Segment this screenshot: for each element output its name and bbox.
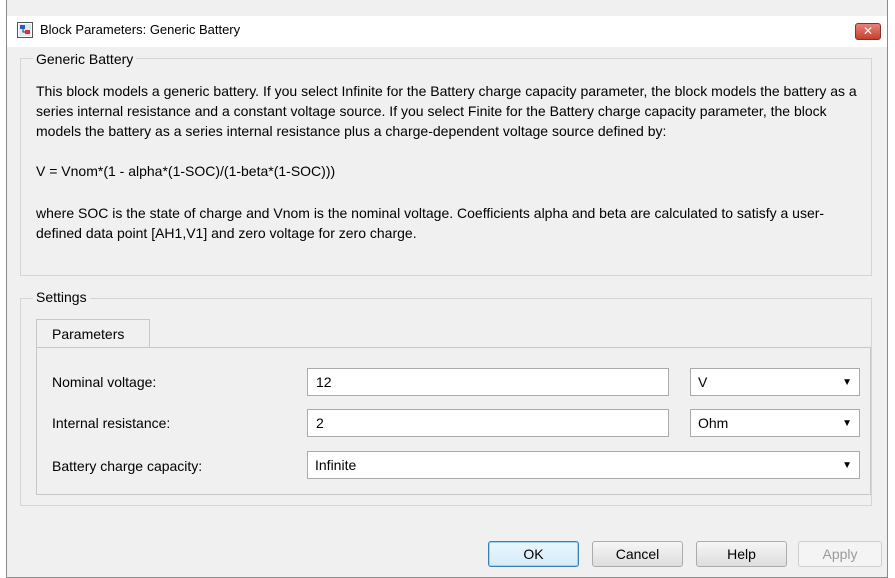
title-bar[interactable]: Block Parameters: Generic Battery ✕ <box>6 16 888 47</box>
internal-resistance-unit-select[interactable]: Ohm ▼ <box>690 409 860 437</box>
window-title: Block Parameters: Generic Battery <box>40 22 241 37</box>
help-button[interactable]: Help <box>696 541 787 567</box>
battery-charge-capacity-value: Infinite <box>315 457 357 473</box>
description-paragraph-1: This block models a generic battery. If … <box>36 83 857 139</box>
battery-charge-capacity-label: Battery charge capacity: <box>52 458 203 474</box>
settings-group-label: Settings <box>33 289 90 305</box>
chevron-down-icon: ▼ <box>842 377 852 388</box>
close-icon: ✕ <box>862 24 874 38</box>
nominal-voltage-unit-value: V <box>698 374 708 390</box>
description-formula: V = Vnom*(1 - alpha*(1-SOC)/(1-beta*(1-S… <box>36 163 336 179</box>
tab-parameters[interactable]: Parameters <box>36 319 150 348</box>
close-button[interactable]: ✕ <box>855 23 881 40</box>
internal-resistance-unit-value: Ohm <box>698 415 729 431</box>
block-description: This block models a generic battery. If … <box>36 81 866 243</box>
description-group-label: Generic Battery <box>33 51 137 67</box>
chevron-down-icon: ▼ <box>842 460 852 471</box>
nominal-voltage-input[interactable]: 12 <box>307 368 669 396</box>
simulink-block-icon <box>17 22 33 38</box>
nominal-voltage-label: Nominal voltage: <box>52 374 157 390</box>
internal-resistance-input[interactable]: 2 <box>307 409 669 437</box>
description-paragraph-2: where SOC is the state of charge and Vno… <box>36 205 825 241</box>
cancel-button[interactable]: Cancel <box>592 541 683 567</box>
ok-button[interactable]: OK <box>488 541 579 567</box>
nominal-voltage-unit-select[interactable]: V ▼ <box>690 368 860 396</box>
chevron-down-icon: ▼ <box>842 418 852 429</box>
battery-charge-capacity-select[interactable]: Infinite ▼ <box>307 451 860 479</box>
internal-resistance-label: Internal resistance: <box>52 415 171 431</box>
apply-button[interactable]: Apply <box>798 541 882 567</box>
